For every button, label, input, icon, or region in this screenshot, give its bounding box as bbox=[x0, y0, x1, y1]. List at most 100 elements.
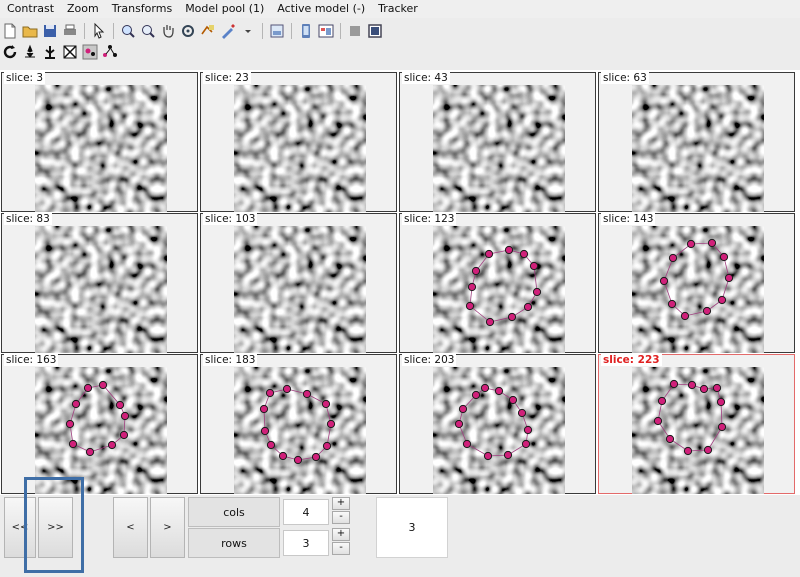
slice-cell[interactable]: slice: 103 bbox=[200, 213, 397, 353]
tomogram-slice-image[interactable] bbox=[35, 226, 167, 353]
previous-slice-button[interactable]: < bbox=[113, 497, 148, 558]
model-point-marker[interactable] bbox=[260, 426, 270, 436]
grid-tool-icon[interactable] bbox=[61, 43, 79, 61]
model-point-marker[interactable] bbox=[278, 451, 288, 461]
model-point-marker[interactable] bbox=[717, 295, 727, 305]
tree-view-icon[interactable] bbox=[268, 22, 286, 40]
model-point-marker[interactable] bbox=[71, 399, 81, 409]
model-point-marker[interactable] bbox=[686, 239, 696, 249]
model-point-marker[interactable] bbox=[115, 400, 125, 410]
model-add-icon[interactable] bbox=[199, 22, 217, 40]
tomogram-slice-image[interactable] bbox=[632, 367, 764, 494]
model-point-marker[interactable] bbox=[311, 452, 321, 462]
points-cycle-icon[interactable] bbox=[101, 43, 119, 61]
model-point-marker[interactable] bbox=[719, 252, 729, 262]
slice-cell[interactable]: slice: 143 bbox=[598, 213, 795, 353]
plant-tool-icon[interactable] bbox=[41, 43, 59, 61]
slice-cell[interactable]: slice: 43 bbox=[399, 72, 596, 212]
model-point-marker[interactable] bbox=[724, 273, 734, 283]
model-point-marker[interactable] bbox=[702, 306, 712, 316]
slice-cell[interactable]: slice: 63 bbox=[598, 72, 795, 212]
refresh-icon[interactable] bbox=[1, 43, 19, 61]
cols-field[interactable]: 4 bbox=[283, 499, 329, 525]
model-point-marker[interactable] bbox=[519, 249, 529, 259]
menu-transforms[interactable]: Transforms bbox=[106, 0, 178, 18]
open-folder-icon[interactable] bbox=[21, 22, 39, 40]
model-point-marker[interactable] bbox=[717, 422, 727, 432]
rotate-icon[interactable] bbox=[179, 22, 197, 40]
rows-increment-button[interactable]: + bbox=[332, 528, 350, 541]
model-point-marker[interactable] bbox=[667, 299, 677, 309]
gray-square-icon[interactable] bbox=[346, 22, 364, 40]
slice-cell[interactable]: slice: 203 bbox=[399, 354, 596, 494]
model-point-marker[interactable] bbox=[669, 379, 679, 389]
model-point-marker[interactable] bbox=[483, 451, 493, 461]
model-point-marker[interactable] bbox=[507, 312, 517, 322]
model-point-marker[interactable] bbox=[321, 399, 331, 409]
slice-cell[interactable]: slice: 23 bbox=[200, 72, 397, 212]
model-point-marker[interactable] bbox=[471, 390, 481, 400]
model-point-marker[interactable] bbox=[293, 455, 303, 465]
model-point-marker[interactable] bbox=[326, 419, 336, 429]
tomogram-slice-image[interactable] bbox=[35, 85, 167, 212]
model-point-marker[interactable] bbox=[716, 397, 726, 407]
frame-square-icon[interactable] bbox=[366, 22, 384, 40]
model-point-marker[interactable] bbox=[322, 441, 332, 451]
slice-cell[interactable]: slice: 3 bbox=[1, 72, 198, 212]
cols-increment-button[interactable]: + bbox=[332, 497, 350, 510]
model-point-marker[interactable] bbox=[480, 383, 490, 393]
paint-tool-icon[interactable] bbox=[219, 22, 237, 40]
tomogram-slice-image[interactable] bbox=[35, 367, 167, 494]
new-file-icon[interactable] bbox=[1, 22, 19, 40]
model-point-marker[interactable] bbox=[65, 419, 75, 429]
tomogram-slice-image[interactable] bbox=[433, 85, 565, 212]
model-point-marker[interactable] bbox=[119, 430, 129, 440]
model-point-marker[interactable] bbox=[465, 301, 475, 311]
model-point-marker[interactable] bbox=[85, 447, 95, 457]
model-point-marker[interactable] bbox=[687, 380, 697, 390]
slice-cell[interactable]: slice: 183 bbox=[200, 354, 397, 494]
model-point-marker[interactable] bbox=[98, 380, 108, 390]
model-point-marker[interactable] bbox=[523, 302, 533, 312]
model-point-marker[interactable] bbox=[668, 253, 678, 263]
model-point-marker[interactable] bbox=[699, 384, 709, 394]
model-point-marker[interactable] bbox=[532, 287, 542, 297]
tomogram-slice-image[interactable] bbox=[234, 367, 366, 494]
model-point-marker[interactable] bbox=[302, 389, 312, 399]
model-point-marker[interactable] bbox=[484, 249, 494, 259]
model-point-marker[interactable] bbox=[653, 416, 663, 426]
menu-active-model[interactable]: Active model (-) bbox=[271, 0, 371, 18]
rows-field[interactable]: 3 bbox=[283, 530, 329, 556]
print-icon[interactable] bbox=[61, 22, 79, 40]
model-point-marker[interactable] bbox=[659, 276, 669, 286]
model-point-marker[interactable] bbox=[494, 386, 504, 396]
model-point-marker[interactable] bbox=[517, 408, 527, 418]
map-tool-icon[interactable] bbox=[21, 43, 39, 61]
model-point-marker[interactable] bbox=[68, 439, 78, 449]
slice-cell[interactable]: slice: 163 bbox=[1, 354, 198, 494]
model-point-marker[interactable] bbox=[503, 450, 513, 460]
model-point-marker[interactable] bbox=[521, 439, 531, 449]
model-point-marker[interactable] bbox=[712, 383, 722, 393]
model-point-marker[interactable] bbox=[665, 434, 675, 444]
tomogram-slice-image[interactable] bbox=[632, 85, 764, 212]
menu-model-pool[interactable]: Model pool (1) bbox=[179, 0, 270, 18]
dropdown-arrow-icon[interactable] bbox=[239, 22, 257, 40]
menu-contrast[interactable]: Contrast bbox=[1, 0, 60, 18]
model-point-marker[interactable] bbox=[707, 238, 717, 248]
model-point-marker[interactable] bbox=[485, 317, 495, 327]
model-point-marker[interactable] bbox=[266, 440, 276, 450]
pointer-icon[interactable] bbox=[90, 22, 108, 40]
model-point-marker[interactable] bbox=[471, 266, 481, 276]
model-point-marker[interactable] bbox=[107, 440, 117, 450]
model-point-marker[interactable] bbox=[529, 261, 539, 271]
model-point-marker[interactable] bbox=[508, 395, 518, 405]
point-tool-icon[interactable] bbox=[81, 43, 99, 61]
tomogram-slice-image[interactable] bbox=[234, 85, 366, 212]
tomogram-slice-image[interactable] bbox=[433, 226, 565, 353]
model-point-marker[interactable] bbox=[504, 245, 514, 255]
save-icon[interactable] bbox=[41, 22, 59, 40]
model-point-marker[interactable] bbox=[703, 445, 713, 455]
phone-view-icon[interactable] bbox=[297, 22, 315, 40]
window-view-icon[interactable] bbox=[317, 22, 335, 40]
